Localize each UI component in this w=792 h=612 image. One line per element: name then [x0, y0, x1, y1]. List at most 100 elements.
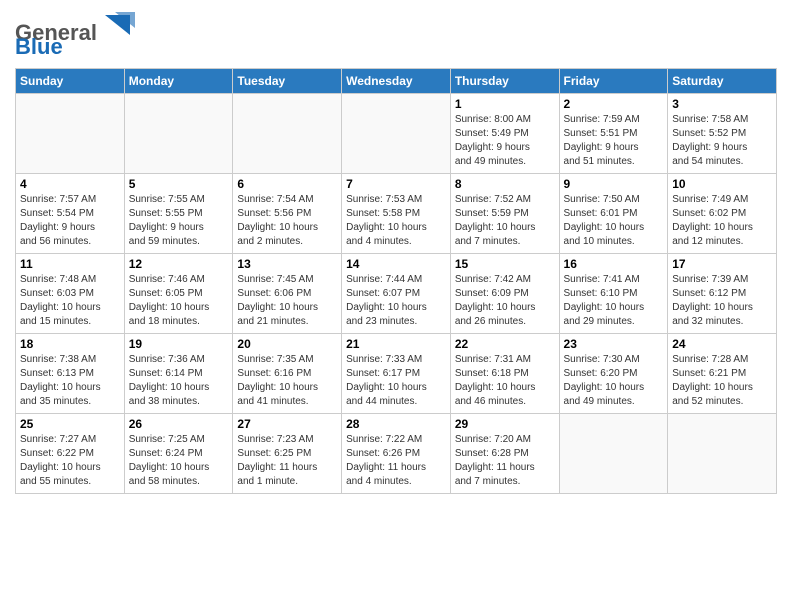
calendar-cell: 27 Sunrise: 7:23 AMSunset: 6:25 PMDayligh… [233, 414, 342, 494]
calendar-header-row: SundayMondayTuesdayWednesdayThursdayFrid… [16, 69, 777, 94]
calendar-week-row-4: 18 Sunrise: 7:38 AMSunset: 6:13 PMDayligh… [16, 334, 777, 414]
day-info: Sunrise: 7:46 AMSunset: 6:05 PMDaylight:… [129, 273, 229, 329]
day-number: 2 [564, 97, 664, 111]
day-number: 28 [346, 417, 446, 431]
day-info: Sunrise: 8:00 AMSunset: 5:49 PMDaylight:… [455, 113, 555, 169]
logo-text: General Blue [15, 10, 135, 60]
calendar-cell: 25 Sunrise: 7:27 AMSunset: 6:22 PMDayligh… [16, 414, 125, 494]
day-info: Sunrise: 7:48 AMSunset: 6:03 PMDaylight:… [20, 273, 120, 329]
calendar-cell: 4Sunrise: 7:57 AMSunset: 5:54 PMDaylight… [16, 174, 125, 254]
day-info: Sunrise: 7:59 AMSunset: 5:51 PMDaylight:… [564, 113, 664, 169]
calendar-week-row-5: 25 Sunrise: 7:27 AMSunset: 6:22 PMDayligh… [16, 414, 777, 494]
calendar-cell: 5 Sunrise: 7:55 AMSunset: 5:55 PMDaylight… [124, 174, 233, 254]
page-container: General Blue SundayMondayTuesdayWednesda… [0, 0, 792, 504]
day-info: Sunrise: 7:38 AMSunset: 6:13 PMDaylight:… [20, 353, 120, 409]
calendar-cell: 3 Sunrise: 7:58 AMSunset: 5:52 PMDaylight… [668, 94, 777, 174]
calendar-cell: 22Sunrise: 7:31 AMSunset: 6:18 PMDayligh… [450, 334, 559, 414]
day-number: 11 [20, 257, 120, 271]
svg-text:Blue: Blue [15, 34, 63, 55]
calendar-header-friday: Friday [559, 69, 668, 94]
day-number: 17 [672, 257, 772, 271]
day-number: 12 [129, 257, 229, 271]
calendar-cell: 17 Sunrise: 7:39 AMSunset: 6:12 PMDayligh… [668, 254, 777, 334]
calendar-header-tuesday: Tuesday [233, 69, 342, 94]
day-number: 27 [237, 417, 337, 431]
day-number: 23 [564, 337, 664, 351]
day-info: Sunrise: 7:45 AMSunset: 6:06 PMDaylight:… [237, 273, 337, 329]
calendar-cell: 28 Sunrise: 7:22 AMSunset: 6:26 PMDayligh… [342, 414, 451, 494]
day-number: 1 [455, 97, 555, 111]
day-number: 13 [237, 257, 337, 271]
day-info: Sunrise: 7:55 AMSunset: 5:55 PMDaylight:… [129, 193, 229, 249]
day-info: Sunrise: 7:54 AMSunset: 5:56 PMDaylight:… [237, 193, 337, 249]
day-number: 20 [237, 337, 337, 351]
calendar-cell: 6 Sunrise: 7:54 AMSunset: 5:56 PMDaylight… [233, 174, 342, 254]
day-info: Sunrise: 7:44 AMSunset: 6:07 PMDaylight:… [346, 273, 446, 329]
calendar-cell: 29Sunrise: 7:20 AMSunset: 6:28 PMDayligh… [450, 414, 559, 494]
day-number: 25 [20, 417, 120, 431]
calendar-cell: 2 Sunrise: 7:59 AMSunset: 5:51 PMDaylight… [559, 94, 668, 174]
logo: General Blue [15, 10, 135, 60]
day-number: 26 [129, 417, 229, 431]
calendar-cell: 20 Sunrise: 7:35 AMSunset: 6:16 PMDayligh… [233, 334, 342, 414]
day-number: 18 [20, 337, 120, 351]
calendar-week-row-3: 11 Sunrise: 7:48 AMSunset: 6:03 PMDayligh… [16, 254, 777, 334]
day-number: 5 [129, 177, 229, 191]
day-info: Sunrise: 7:36 AMSunset: 6:14 PMDaylight:… [129, 353, 229, 409]
day-info: Sunrise: 7:58 AMSunset: 5:52 PMDaylight:… [672, 113, 772, 169]
calendar-cell: 12 Sunrise: 7:46 AMSunset: 6:05 PMDayligh… [124, 254, 233, 334]
day-info: Sunrise: 7:25 AMSunset: 6:24 PMDaylight:… [129, 433, 229, 489]
calendar-table: SundayMondayTuesdayWednesdayThursdayFrid… [15, 68, 777, 494]
day-info: Sunrise: 7:39 AMSunset: 6:12 PMDaylight:… [672, 273, 772, 329]
day-info: Sunrise: 7:41 AMSunset: 6:10 PMDaylight:… [564, 273, 664, 329]
calendar-cell [233, 94, 342, 174]
day-number: 21 [346, 337, 446, 351]
day-info: Sunrise: 7:31 AMSunset: 6:18 PMDaylight:… [455, 353, 555, 409]
day-info: Sunrise: 7:42 AMSunset: 6:09 PMDaylight:… [455, 273, 555, 329]
day-number: 8 [455, 177, 555, 191]
calendar-cell: 13 Sunrise: 7:45 AMSunset: 6:06 PMDayligh… [233, 254, 342, 334]
day-number: 6 [237, 177, 337, 191]
calendar-cell [559, 414, 668, 494]
day-info: Sunrise: 7:50 AMSunset: 6:01 PMDaylight:… [564, 193, 664, 249]
calendar-header-thursday: Thursday [450, 69, 559, 94]
calendar-week-row-2: 4Sunrise: 7:57 AMSunset: 5:54 PMDaylight… [16, 174, 777, 254]
day-number: 3 [672, 97, 772, 111]
day-info: Sunrise: 7:23 AMSunset: 6:25 PMDaylight:… [237, 433, 337, 489]
day-number: 24 [672, 337, 772, 351]
calendar-cell [342, 94, 451, 174]
day-info: Sunrise: 7:49 AMSunset: 6:02 PMDaylight:… [672, 193, 772, 249]
day-info: Sunrise: 7:33 AMSunset: 6:17 PMDaylight:… [346, 353, 446, 409]
calendar-cell: 9Sunrise: 7:50 AMSunset: 6:01 PMDaylight… [559, 174, 668, 254]
calendar-header-sunday: Sunday [16, 69, 125, 94]
calendar-cell: 21 Sunrise: 7:33 AMSunset: 6:17 PMDayligh… [342, 334, 451, 414]
day-info: Sunrise: 7:22 AMSunset: 6:26 PMDaylight:… [346, 433, 446, 489]
calendar-cell: 14Sunrise: 7:44 AMSunset: 6:07 PMDayligh… [342, 254, 451, 334]
calendar-cell: 1 Sunrise: 8:00 AMSunset: 5:49 PMDaylight… [450, 94, 559, 174]
day-number: 10 [672, 177, 772, 191]
calendar-cell [124, 94, 233, 174]
day-number: 15 [455, 257, 555, 271]
day-info: Sunrise: 7:28 AMSunset: 6:21 PMDaylight:… [672, 353, 772, 409]
calendar-cell: 24 Sunrise: 7:28 AMSunset: 6:21 PMDayligh… [668, 334, 777, 414]
calendar-cell: 10 Sunrise: 7:49 AMSunset: 6:02 PMDayligh… [668, 174, 777, 254]
day-number: 7 [346, 177, 446, 191]
calendar-cell: 7Sunrise: 7:53 AMSunset: 5:58 PMDaylight… [342, 174, 451, 254]
day-number: 4 [20, 177, 120, 191]
day-info: Sunrise: 7:35 AMSunset: 6:16 PMDaylight:… [237, 353, 337, 409]
calendar-cell [668, 414, 777, 494]
day-number: 29 [455, 417, 555, 431]
calendar-cell: 15 Sunrise: 7:42 AMSunset: 6:09 PMDayligh… [450, 254, 559, 334]
day-info: Sunrise: 7:30 AMSunset: 6:20 PMDaylight:… [564, 353, 664, 409]
day-info: Sunrise: 7:27 AMSunset: 6:22 PMDaylight:… [20, 433, 120, 489]
calendar-cell: 18 Sunrise: 7:38 AMSunset: 6:13 PMDayligh… [16, 334, 125, 414]
calendar-cell: 8 Sunrise: 7:52 AMSunset: 5:59 PMDaylight… [450, 174, 559, 254]
calendar-header-wednesday: Wednesday [342, 69, 451, 94]
calendar-week-row-1: 1 Sunrise: 8:00 AMSunset: 5:49 PMDaylight… [16, 94, 777, 174]
calendar-cell: 11 Sunrise: 7:48 AMSunset: 6:03 PMDayligh… [16, 254, 125, 334]
calendar-cell: 16Sunrise: 7:41 AMSunset: 6:10 PMDayligh… [559, 254, 668, 334]
calendar-cell: 23 Sunrise: 7:30 AMSunset: 6:20 PMDayligh… [559, 334, 668, 414]
calendar-cell: 19Sunrise: 7:36 AMSunset: 6:14 PMDayligh… [124, 334, 233, 414]
calendar-header-monday: Monday [124, 69, 233, 94]
day-info: Sunrise: 7:52 AMSunset: 5:59 PMDaylight:… [455, 193, 555, 249]
